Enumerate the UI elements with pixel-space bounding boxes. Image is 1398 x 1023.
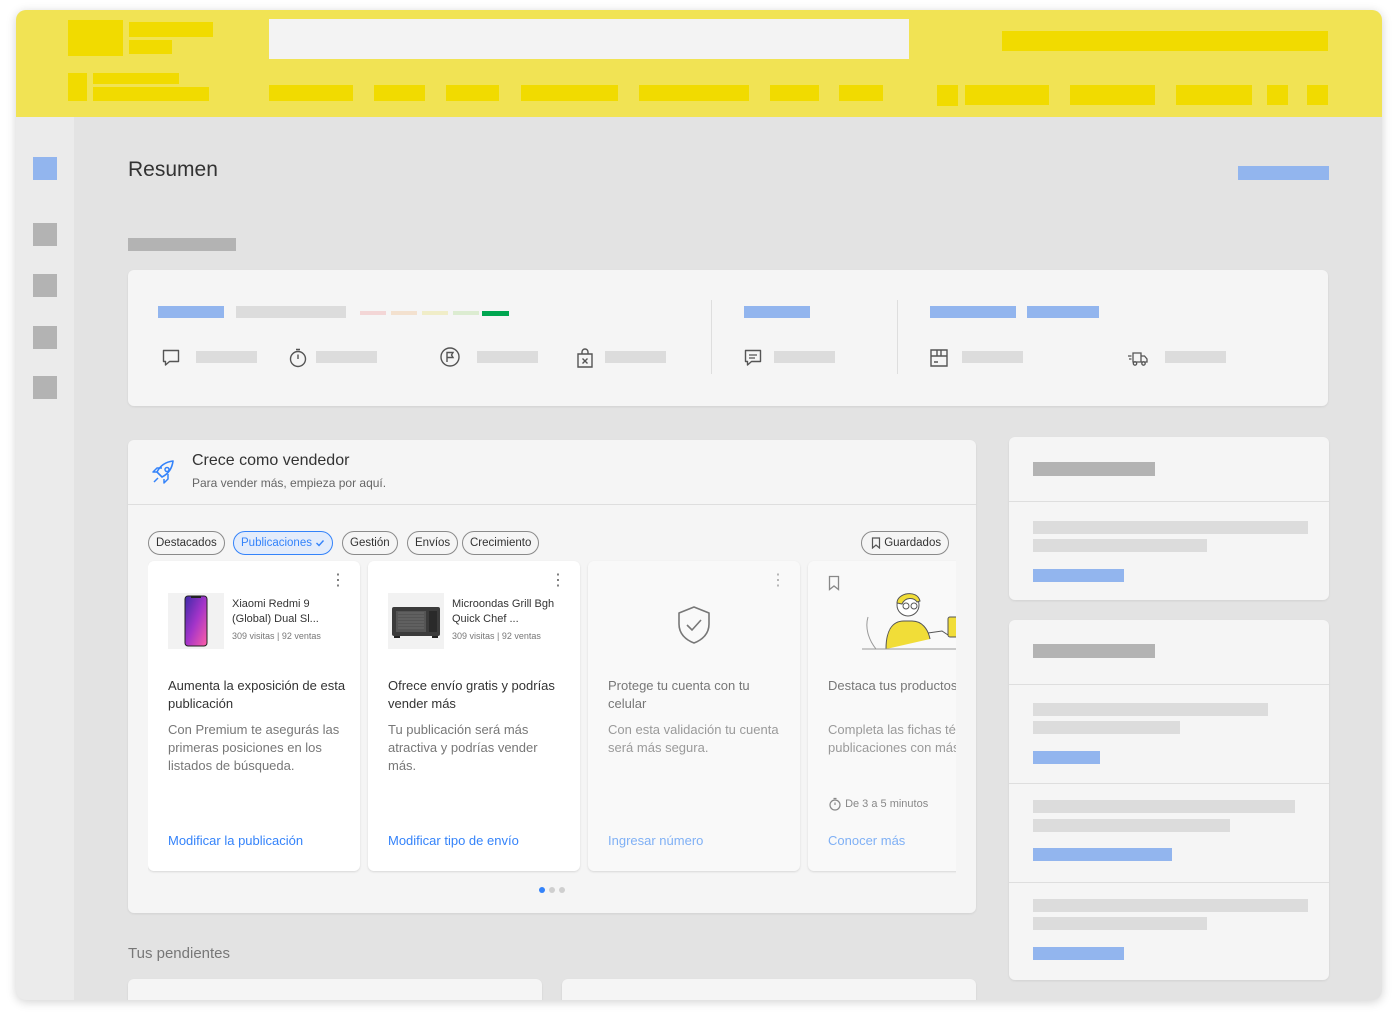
recommendation-card[interactable]: ⋮ Microondas Grill Bgh Quick Chef ... 30… (368, 561, 580, 871)
recommendation-card[interactable]: ⋮ Xiaomi Redmi 9 (Global) Dual Sl... 309… (148, 561, 360, 871)
divider (1009, 684, 1329, 685)
sidebar-item[interactable] (33, 376, 57, 399)
header-link-placeholder[interactable] (1176, 85, 1252, 105)
bookmark-icon[interactable] (828, 575, 840, 591)
sidebar-item[interactable] (33, 223, 57, 246)
cart-icon-placeholder[interactable] (1307, 85, 1328, 105)
text-placeholder (1033, 721, 1180, 734)
side-card (1009, 620, 1329, 980)
cards-carousel: ⋮ Xiaomi Redmi 9 (Global) Dual Sl... 309… (148, 10, 956, 1000)
sidebar-item[interactable] (33, 274, 57, 297)
pagination-dot[interactable] (559, 887, 565, 893)
product-name: Xiaomi Redmi 9 (Global) Dual Sl... (232, 598, 319, 625)
product-stats: 309 visitas | 92 ventas (232, 631, 321, 641)
location-icon-placeholder[interactable] (68, 73, 87, 101)
metric-value-placeholder (1165, 351, 1226, 363)
card-description: Con Premium te asegurás las primeras pos… (168, 722, 340, 773)
header-action-link-placeholder[interactable] (1238, 166, 1329, 180)
user-menu-placeholder[interactable] (965, 85, 1049, 105)
card-heading: Protege tu cuenta con tu celular (608, 678, 750, 711)
more-options-icon[interactable]: ⋮ (330, 573, 346, 589)
divider (1009, 882, 1329, 883)
shipping-title-placeholder[interactable] (1027, 306, 1099, 318)
stopwatch-icon (828, 797, 842, 811)
logo-placeholder[interactable] (68, 20, 123, 56)
promo-banner-placeholder[interactable] (1002, 31, 1328, 51)
pending-card[interactable] (128, 979, 542, 1000)
time-estimate-text: De 3 a 5 minutos (845, 797, 929, 810)
shield-check-icon (674, 604, 714, 646)
link-placeholder[interactable] (1033, 947, 1124, 960)
text-placeholder (1033, 917, 1207, 930)
product-name: Microondas Grill Bgh Quick Chef ... (452, 598, 555, 625)
pending-card[interactable] (562, 979, 976, 1000)
product-stats: 309 visitas | 92 ventas (452, 631, 541, 641)
link-placeholder[interactable] (1033, 751, 1100, 764)
card-description: Con esta validación tu cuenta será más s… (608, 722, 779, 755)
app-window: Resumen Crece como vendedor Para vender … (16, 10, 1382, 1000)
side-card-title-placeholder (1033, 644, 1155, 658)
card-action-link[interactable]: Conocer más (828, 833, 905, 848)
divider (1009, 783, 1329, 784)
sidebar-item[interactable] (33, 326, 57, 349)
card-heading: Aumenta la exposición de esta publicació… (168, 678, 346, 711)
card-action-link[interactable]: Ingresar número (608, 833, 703, 848)
person-laptop-illustration (862, 583, 956, 653)
card-heading: Ofrece envío gratis y podrías vender más (388, 678, 555, 711)
text-placeholder (1033, 703, 1268, 716)
side-card (1009, 437, 1329, 600)
product-thumbnail (388, 593, 444, 649)
pending-section-title: Tus pendientes (128, 945, 231, 962)
text-placeholder (1033, 800, 1295, 813)
pagination-dot[interactable] (549, 887, 555, 893)
link-placeholder[interactable] (1033, 848, 1172, 861)
notifications-icon-placeholder[interactable] (1267, 85, 1288, 105)
side-card-title-placeholder (1033, 462, 1155, 476)
card-description: Completa las fichas técnicas de publicac… (828, 722, 956, 755)
recommendation-card[interactable]: Destaca tus productos exitosos Completa … (808, 561, 956, 871)
text-placeholder (1033, 539, 1207, 552)
time-estimate: De 3 a 5 minutos (828, 797, 928, 811)
recommendation-card[interactable]: ⋮ Protege tu cuenta con tu celular Con e… (588, 561, 800, 871)
card-action-link[interactable]: Modificar tipo de envío (388, 833, 519, 848)
card-heading: Destaca tus productos exitosos (828, 678, 956, 693)
metric-value-placeholder (962, 351, 1023, 363)
text-placeholder (1033, 899, 1308, 912)
link-placeholder[interactable] (1033, 569, 1124, 582)
text-placeholder (1033, 521, 1308, 534)
divider (1009, 501, 1329, 502)
sidebar (16, 117, 74, 1000)
card-description: Tu publicación será más atractiva y podr… (388, 722, 538, 773)
product-thumbnail (168, 593, 224, 649)
card-action-link[interactable]: Modificar la publicación (168, 833, 303, 848)
sidebar-item-resumen[interactable] (33, 157, 57, 180)
header-link-placeholder[interactable] (1070, 85, 1155, 105)
fast-truck-icon (1127, 347, 1149, 369)
more-options-icon[interactable]: ⋮ (770, 573, 786, 589)
pagination-dot-active[interactable] (539, 887, 545, 893)
more-options-icon[interactable]: ⋮ (550, 573, 566, 589)
text-placeholder (1033, 819, 1230, 832)
